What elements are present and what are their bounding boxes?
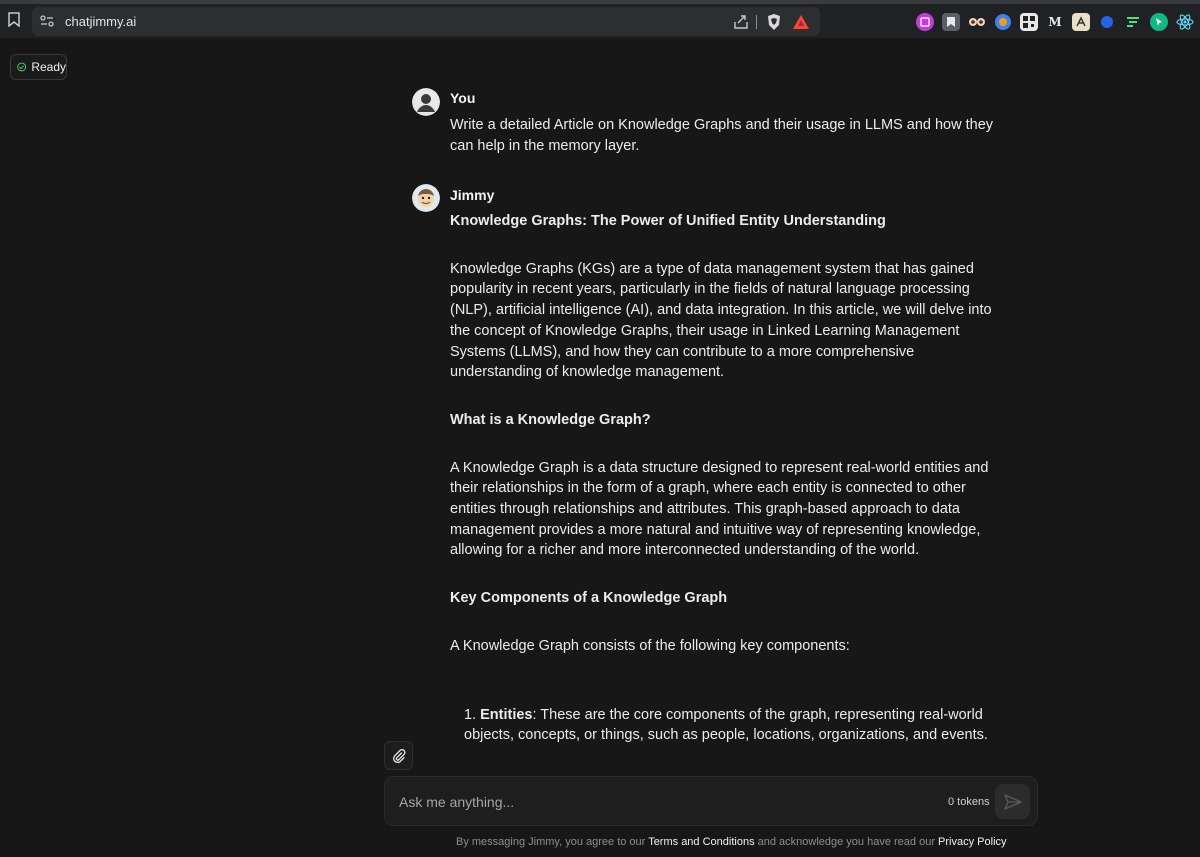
status-label: Ready <box>31 60 66 74</box>
qr-ext-icon[interactable] <box>1020 13 1038 31</box>
chat-input[interactable] <box>399 791 899 813</box>
bookmark-ext-icon[interactable] <box>942 13 960 31</box>
paperclip-icon <box>392 748 405 763</box>
status-badge: Ready <box>10 54 67 80</box>
address-bar[interactable]: chatjimmy.ai <box>32 7 820 36</box>
message-text: Write a detailed Article on Knowledge Gr… <box>450 117 994 154</box>
user-message: You Write a detailed Article on Knowledg… <box>412 88 1012 168</box>
cursor-ext-icon[interactable] <box>1150 13 1168 31</box>
paragraph: Knowledge Graphs (KGs) are a type of dat… <box>450 260 992 381</box>
share-icon[interactable] <box>732 13 750 31</box>
jimmy-avatar <box>412 184 440 212</box>
purple-ext-icon[interactable] <box>916 13 934 31</box>
paragraph: A Knowledge Graph consists of the follow… <box>450 637 850 654</box>
extensions-area: M <box>916 12 1194 32</box>
site-settings-icon[interactable] <box>40 15 54 27</box>
assistant-message: Jimmy Knowledge Graphs: The Power of Uni… <box>412 184 1012 754</box>
brave-shields-icon[interactable] <box>766 13 782 31</box>
footer-notice: By messaging Jimmy, you agree to our Ter… <box>456 836 1007 848</box>
message-author: Jimmy <box>450 187 495 203</box>
send-icon <box>1003 793 1022 810</box>
user-avatar <box>412 88 440 116</box>
token-count: 0 tokens <box>948 796 990 808</box>
privacy-link[interactable]: Privacy Policy <box>938 836 1006 848</box>
medium-ext-icon[interactable]: M <box>1046 13 1064 31</box>
paragraph: A Knowledge Graph is a data structure de… <box>450 459 989 559</box>
list-term: Entities <box>480 706 533 723</box>
blue-ext-icon[interactable] <box>994 13 1012 31</box>
brave-rewards-icon[interactable] <box>792 14 810 30</box>
blue-dot-ext-icon[interactable] <box>1098 13 1116 31</box>
section-heading: What is a Knowledge Graph? <box>450 411 651 428</box>
chat-input-box: 0 tokens <box>384 776 1038 826</box>
message-content: Knowledge Graphs: The Power of Unified E… <box>450 211 1010 746</box>
browser-toolbar: chatjimmy.ai M <box>0 0 1200 38</box>
url-divider <box>756 15 757 29</box>
attach-button[interactable] <box>384 741 413 770</box>
check-circle-icon <box>17 62 27 72</box>
message-author: You <box>450 90 476 106</box>
terms-link[interactable]: Terms and Conditions <box>648 836 754 848</box>
bookmark-icon[interactable] <box>8 12 20 27</box>
react-ext-icon[interactable] <box>1176 13 1194 31</box>
send-button[interactable] <box>995 784 1030 819</box>
menu-ext-icon[interactable] <box>1124 13 1142 31</box>
components-list: 1. Entities: These are the core componen… <box>450 705 1010 746</box>
article-title: Knowledge Graphs: The Power of Unified E… <box>450 213 886 229</box>
list-item: 1. Entities: These are the core componen… <box>464 706 988 744</box>
eyes-ext-icon[interactable] <box>968 13 986 31</box>
section-heading: Key Components of a Knowledge Graph <box>450 590 728 607</box>
font-ext-icon[interactable] <box>1072 13 1090 31</box>
url-text[interactable]: chatjimmy.ai <box>65 14 136 29</box>
